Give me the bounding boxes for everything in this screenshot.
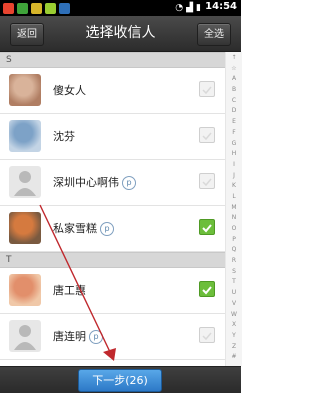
index-letter[interactable]: L xyxy=(226,193,242,200)
contact-row[interactable]: 沈芬 xyxy=(0,114,225,160)
next-step-button[interactable]: 下一步(26) xyxy=(78,369,162,392)
checkbox-checked[interactable] xyxy=(199,281,215,297)
android-icon xyxy=(45,2,56,14)
section-header-t: T xyxy=(0,252,225,268)
index-letter[interactable]: I xyxy=(226,161,242,168)
index-letter[interactable]: W xyxy=(226,311,242,318)
index-letter[interactable]: S xyxy=(226,268,242,275)
contact-name: 沈芬 xyxy=(53,114,75,159)
index-letter[interactable]: B xyxy=(226,87,242,93)
contact-row[interactable]: 深圳中心啊伟 p xyxy=(0,160,225,206)
select-all-button[interactable]: 全选 xyxy=(197,23,231,46)
contact-list[interactable]: S 傻女人 沈芬 深圳中心啊伟 p 私家雪糕 p T 唐工惠 唐连明 p xyxy=(0,52,225,366)
checkmark-icon xyxy=(202,86,212,95)
contact-name-text: 沈芬 xyxy=(53,130,75,143)
contact-name: 深圳中心啊伟 p xyxy=(53,160,136,205)
index-letter[interactable]: M xyxy=(226,204,242,211)
avatar xyxy=(9,274,41,306)
back-button[interactable]: 返回 xyxy=(10,23,44,46)
contact-name: 唐连明 p xyxy=(53,314,103,359)
friend-badge-icon: p xyxy=(89,330,103,344)
index-letter[interactable]: A xyxy=(226,76,242,82)
contact-name-text: 唐连明 xyxy=(53,330,86,343)
battery-icon: ▮ xyxy=(196,3,201,13)
index-letter[interactable]: R xyxy=(226,258,242,264)
friend-badge-icon: p xyxy=(100,222,114,236)
clock: 14:54 xyxy=(205,1,237,12)
title-bar: 选择收信人 返回 全选 xyxy=(0,16,241,52)
index-letter[interactable]: H xyxy=(226,151,242,157)
notification-icons xyxy=(0,2,70,14)
index-letter[interactable]: P xyxy=(226,236,242,243)
footer-bar: 下一步(26) xyxy=(0,366,241,393)
index-letter[interactable]: T xyxy=(226,279,242,285)
avatar xyxy=(9,74,41,106)
index-letter[interactable]: D xyxy=(226,108,242,114)
avatar xyxy=(9,120,41,152)
checkbox-unchecked[interactable] xyxy=(199,127,215,143)
message-icon xyxy=(17,2,28,14)
friend-badge-icon: p xyxy=(122,176,136,190)
checkbox-unchecked[interactable] xyxy=(199,327,215,343)
contact-row[interactable]: 私家雪糕 p xyxy=(0,206,225,252)
checkbox-unchecked[interactable] xyxy=(199,81,215,97)
section-header-s: S xyxy=(0,52,225,68)
contact-name-text: 深圳中心啊伟 xyxy=(53,176,119,189)
app-notification-icon xyxy=(3,2,14,14)
contact-name-text: 私家雪糕 xyxy=(53,222,97,235)
contact-name-text: 傻女人 xyxy=(53,84,86,97)
avatar xyxy=(9,212,41,244)
index-letter[interactable]: F xyxy=(226,129,242,136)
contact-name: 私家雪糕 p xyxy=(53,206,114,251)
default-avatar-icon xyxy=(9,166,41,198)
index-letter[interactable]: Y xyxy=(226,332,242,339)
usb-icon xyxy=(31,2,42,14)
alphabet-index[interactable]: ↑ ☆ A B C D E F G H I J K L M N O P Q R S T U V W X Y Z # xyxy=(225,52,242,366)
checkmark-icon xyxy=(202,178,212,187)
checkmark-icon xyxy=(202,224,212,233)
contact-name-text: 唐工惠 xyxy=(53,284,86,297)
checkmark-icon xyxy=(202,332,212,341)
contact-name: 傻女人 xyxy=(53,68,86,113)
contact-row[interactable]: 唐工惠 xyxy=(0,268,225,314)
store-icon xyxy=(59,2,70,14)
contact-row[interactable]: 唐连明 p xyxy=(0,314,225,360)
index-letter[interactable]: ↑ xyxy=(226,55,242,61)
index-letter[interactable]: Z xyxy=(226,343,242,350)
index-letter[interactable]: G xyxy=(226,140,242,147)
index-letter[interactable]: N xyxy=(226,215,242,221)
checkbox-checked[interactable] xyxy=(199,219,215,235)
index-letter[interactable]: V xyxy=(226,300,242,307)
index-letter[interactable]: U xyxy=(226,290,242,296)
signal-icon: ▟ xyxy=(186,3,194,13)
index-letter[interactable]: # xyxy=(226,354,242,360)
index-letter[interactable]: C xyxy=(226,97,242,104)
index-letter[interactable]: O xyxy=(226,226,242,232)
checkbox-unchecked[interactable] xyxy=(199,173,215,189)
index-letter[interactable]: Q xyxy=(226,247,242,253)
default-avatar-icon xyxy=(9,320,41,352)
checkmark-icon xyxy=(202,132,212,141)
wifi-icon: ◔ xyxy=(175,3,184,13)
index-letter[interactable]: J xyxy=(226,172,242,179)
checkmark-icon xyxy=(202,286,212,295)
index-letter[interactable]: K xyxy=(226,183,242,189)
contact-name: 唐工惠 xyxy=(53,268,86,313)
contact-row[interactable]: 傻女人 xyxy=(0,68,225,114)
status-bar: ◔ ▟ ▮ 14:54 xyxy=(0,0,241,16)
index-letter[interactable]: E xyxy=(226,119,242,125)
index-letter[interactable]: X xyxy=(226,322,242,328)
index-letter[interactable]: ☆ xyxy=(226,65,242,72)
